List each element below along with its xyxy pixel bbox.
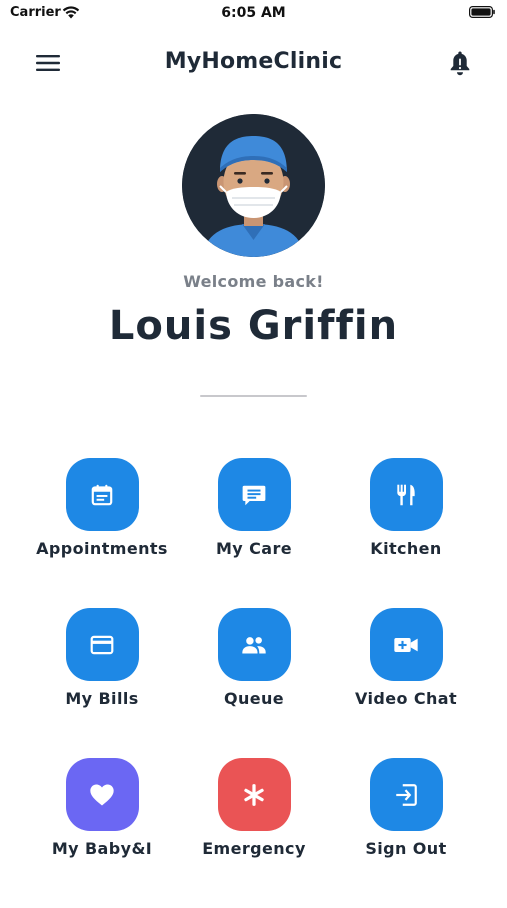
bell-icon xyxy=(450,51,470,76)
credit-card-icon xyxy=(90,635,114,654)
app-title: MyHomeClinic xyxy=(164,49,343,74)
my-care-tile[interactable]: My Care xyxy=(178,458,330,608)
calendar-icon xyxy=(91,484,113,505)
heart-icon xyxy=(90,784,114,805)
sign-out-icon xyxy=(396,783,417,806)
battery-icon xyxy=(469,6,495,18)
kitchen-icon-button[interactable] xyxy=(369,458,443,531)
video-camera-icon xyxy=(394,637,418,652)
emergency-icon-button[interactable] xyxy=(217,758,291,831)
notifications-button[interactable] xyxy=(447,49,473,77)
people-icon xyxy=(242,636,266,654)
my-baby-tile[interactable]: My Baby&I xyxy=(26,758,178,908)
asterisk-icon xyxy=(244,783,264,806)
my-bills-label: My Bills xyxy=(65,689,139,708)
chat-icon xyxy=(242,485,266,505)
queue-tile[interactable]: Queue xyxy=(178,608,330,758)
my-care-icon-button[interactable] xyxy=(217,458,291,531)
my-care-label: My Care xyxy=(215,539,292,558)
menu-grid: Appointments My Care Kitchen My Bills Qu… xyxy=(26,458,481,908)
video-chat-icon-button[interactable] xyxy=(369,608,443,681)
sign-out-tile[interactable]: Sign Out xyxy=(330,758,482,908)
emergency-tile[interactable]: Emergency xyxy=(178,758,330,908)
appointments-icon-button[interactable] xyxy=(65,458,139,531)
video-chat-tile[interactable]: Video Chat xyxy=(330,608,482,758)
kitchen-label: Kitchen xyxy=(370,539,442,558)
utensils-icon xyxy=(397,484,415,505)
divider xyxy=(200,395,307,397)
emergency-label: Emergency xyxy=(202,839,306,858)
status-bar: Carrier 6:05 AM xyxy=(0,0,507,28)
video-chat-label: Video Chat xyxy=(354,689,458,708)
my-baby-icon-button[interactable] xyxy=(65,758,139,831)
appointments-label: Appointments xyxy=(36,539,168,558)
appointments-tile[interactable]: Appointments xyxy=(26,458,178,608)
user-name: Louis Griffin xyxy=(108,303,399,349)
my-bills-tile[interactable]: My Bills xyxy=(26,608,178,758)
status-time: 6:05 AM xyxy=(221,5,286,21)
avatar xyxy=(182,114,325,257)
queue-label: Queue xyxy=(223,689,285,708)
nav-bar: MyHomeClinic xyxy=(0,38,507,88)
doctor-avatar-illustration xyxy=(182,114,325,257)
queue-icon-button[interactable] xyxy=(217,608,291,681)
my-bills-icon-button[interactable] xyxy=(65,608,139,681)
my-baby-label: My Baby&I xyxy=(51,839,153,858)
sign-out-icon-button[interactable] xyxy=(369,758,443,831)
sign-out-label: Sign Out xyxy=(365,839,447,858)
welcome-text: Welcome back! xyxy=(183,272,324,291)
kitchen-tile[interactable]: Kitchen xyxy=(330,458,482,608)
